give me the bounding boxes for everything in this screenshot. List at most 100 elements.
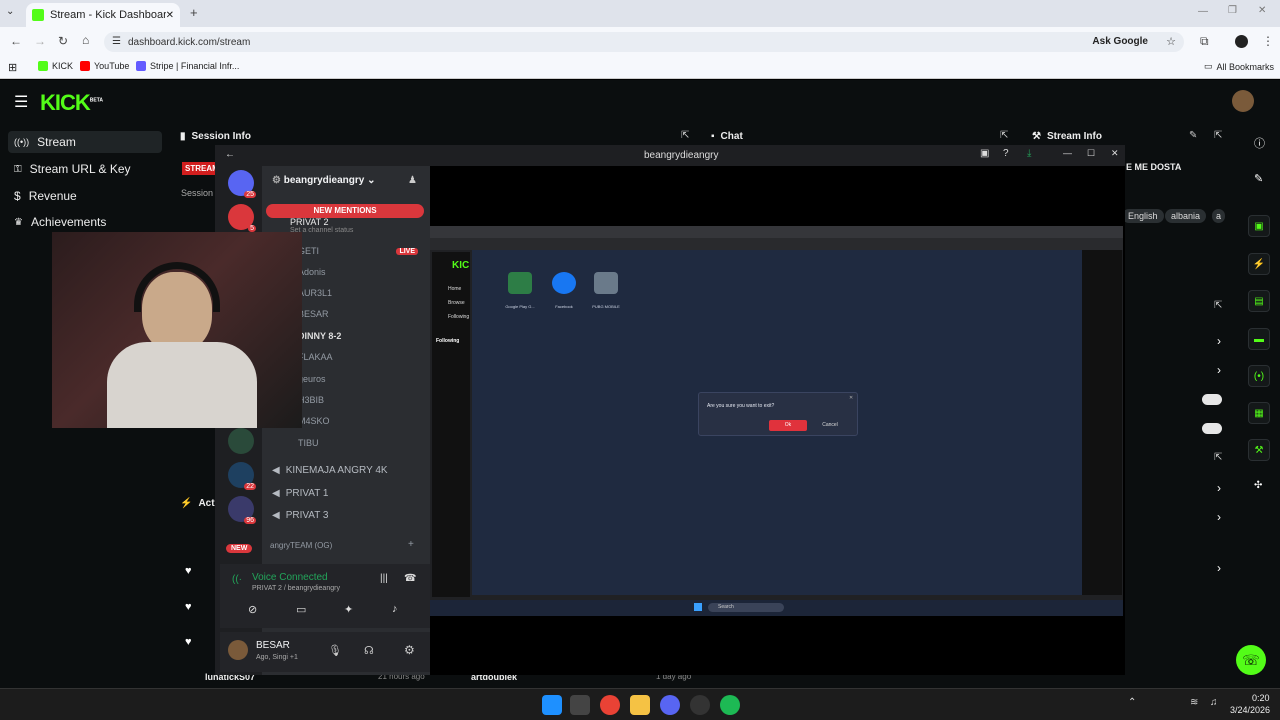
site-info-icon[interactable]: ☰ bbox=[112, 36, 121, 47]
server-name[interactable]: ⚙ beangrydieangry ⌄ bbox=[272, 175, 376, 186]
ask-google-button[interactable]: Ask Google bbox=[1092, 36, 1148, 47]
headset-icon[interactable]: ☊ bbox=[364, 644, 374, 657]
voice-channel[interactable]: ◀ PRIVAT 3 bbox=[262, 506, 430, 524]
tag-english[interactable]: English bbox=[1122, 209, 1164, 223]
server-icon[interactable]: 22 bbox=[228, 462, 256, 490]
screen-share-icon[interactable]: ▭ bbox=[296, 603, 306, 616]
discord-icon[interactable] bbox=[660, 695, 680, 715]
camera-off-icon[interactable]: ⊘ bbox=[248, 603, 257, 616]
all-bookmarks[interactable]: ▭ All Bookmarks bbox=[1204, 61, 1274, 72]
voice-connected-status[interactable]: Voice Connected bbox=[252, 572, 328, 583]
rail-button-2[interactable]: ⚡ bbox=[1248, 253, 1270, 275]
member-tibu[interactable]: TIBU bbox=[262, 434, 430, 452]
tag-albania[interactable]: albania bbox=[1165, 209, 1207, 223]
address-bar[interactable]: ☰ dashboard.kick.com/stream Ask Google ☆ bbox=[104, 32, 1184, 52]
soundboard-icon[interactable]: ♪ bbox=[392, 603, 398, 615]
home-icon[interactable]: ⌂ bbox=[82, 33, 89, 47]
profile-avatar[interactable] bbox=[1235, 35, 1248, 48]
obs-icon[interactable] bbox=[690, 695, 710, 715]
toggle-switch[interactable] bbox=[1202, 394, 1222, 405]
user-name[interactable]: BESAR bbox=[256, 640, 290, 651]
close-tab-icon[interactable]: ✕ bbox=[166, 10, 174, 21]
rail-button-1[interactable]: ▣ bbox=[1248, 215, 1270, 237]
spotify-icon[interactable] bbox=[720, 695, 740, 715]
noise-icon[interactable]: ||| bbox=[380, 573, 388, 584]
server-icon[interactable]: 96 bbox=[228, 496, 256, 524]
server-icon[interactable] bbox=[228, 428, 254, 454]
volume-icon[interactable]: ♫ bbox=[1210, 697, 1218, 708]
chevron-right-icon[interactable]: › bbox=[1217, 334, 1221, 348]
kick-logo[interactable]: KICKBETA bbox=[40, 90, 103, 116]
rail-button-6[interactable]: ▦ bbox=[1248, 402, 1270, 424]
edit-icon[interactable]: ✎ bbox=[1189, 130, 1197, 141]
tab-list-button[interactable]: ⌄ bbox=[6, 6, 14, 17]
bookmark-stripe[interactable]: Stripe | Financial Infr... bbox=[136, 61, 239, 71]
activities-icon[interactable]: ✦ bbox=[344, 603, 353, 616]
chrome-icon[interactable] bbox=[600, 695, 620, 715]
windows-start-icon[interactable] bbox=[542, 695, 562, 715]
back-icon[interactable]: ← bbox=[225, 149, 235, 160]
sidebar-item-revenue[interactable]: $ Revenue bbox=[8, 185, 162, 207]
extensions-icon[interactable]: ⧉ bbox=[1200, 34, 1209, 49]
rail-button-5[interactable]: (•) bbox=[1248, 365, 1270, 387]
popout-icon[interactable]: ⇱ bbox=[1000, 130, 1008, 141]
mic-icon[interactable]: 🎙 bbox=[328, 644, 342, 657]
bookmark-kick[interactable]: KICK bbox=[38, 61, 73, 71]
category-header[interactable]: angryTEAM (OG) bbox=[270, 541, 332, 550]
add-member-icon[interactable]: ♟ bbox=[408, 175, 417, 186]
chevron-right-icon[interactable]: › bbox=[1217, 561, 1221, 575]
voice-channel[interactable]: ◀ PRIVAT 1 bbox=[262, 484, 430, 502]
apps-icon[interactable]: ⊞ bbox=[8, 61, 17, 74]
menu-icon[interactable]: ⋮ bbox=[1262, 34, 1274, 48]
current-channel[interactable]: PRIVAT 2 bbox=[290, 217, 329, 226]
rail-button-3[interactable]: ▤ bbox=[1248, 290, 1270, 312]
voice-channel[interactable]: ◀ KINEMAJA ANGRY 4K bbox=[262, 461, 430, 479]
wifi-icon[interactable]: ≋ bbox=[1190, 697, 1198, 708]
clock-date[interactable]: 3/24/2026 bbox=[1230, 705, 1270, 715]
hamburger-menu-icon[interactable]: ☰ bbox=[14, 92, 28, 112]
reload-icon[interactable]: ↻ bbox=[58, 34, 68, 48]
close-window-button[interactable]: ✕ bbox=[1258, 5, 1266, 16]
help-icon[interactable]: ? bbox=[1003, 148, 1009, 159]
maximize-button[interactable]: ❐ bbox=[1228, 5, 1237, 16]
discord-close-button[interactable]: ✕ bbox=[1111, 148, 1119, 159]
minimize-button[interactable]: — bbox=[1198, 6, 1208, 17]
back-icon[interactable]: ← bbox=[10, 34, 22, 48]
new-mentions-banner[interactable]: NEW MENTIONS bbox=[266, 204, 424, 218]
popout-icon[interactable]: ⇱ bbox=[681, 130, 689, 141]
rail-button-7[interactable]: ⚒ bbox=[1248, 439, 1270, 461]
bookmark-star-icon[interactable]: ☆ bbox=[1166, 35, 1176, 48]
toggle-switch[interactable] bbox=[1202, 423, 1222, 434]
add-channel-icon[interactable]: + bbox=[408, 539, 414, 550]
settings-gear-icon[interactable]: ⚙ bbox=[404, 643, 415, 657]
tag-more[interactable]: a bbox=[1212, 209, 1226, 223]
direct-messages-icon[interactable]: 25 bbox=[228, 170, 256, 198]
tray-chevron-icon[interactable]: ⌃ bbox=[1128, 697, 1136, 708]
disconnect-icon[interactable]: ☎ bbox=[404, 573, 416, 584]
inbox-icon[interactable]: ▣ bbox=[980, 148, 989, 159]
file-explorer-icon[interactable] bbox=[630, 695, 650, 715]
user-avatar[interactable] bbox=[228, 640, 248, 660]
new-tab-button[interactable]: + bbox=[190, 5, 198, 20]
pencil-icon[interactable]: ✎ bbox=[1254, 172, 1263, 185]
popout-icon[interactable]: ⇱ bbox=[1214, 130, 1222, 141]
browser-tab[interactable]: Stream - Kick Dashboard ✕ bbox=[26, 3, 180, 27]
sidebar-item-stream[interactable]: ((•)) Stream bbox=[8, 131, 162, 153]
rail-button-4[interactable]: ▬ bbox=[1248, 328, 1270, 350]
popout-icon[interactable]: ⇱ bbox=[1214, 452, 1222, 463]
discord-minimize-button[interactable]: — bbox=[1063, 148, 1072, 158]
sidebar-item-achievements[interactable]: ♛ Achievements bbox=[8, 211, 162, 233]
chevron-right-icon[interactable]: › bbox=[1217, 510, 1221, 524]
bookmark-youtube[interactable]: YouTube bbox=[80, 61, 129, 71]
clock-time[interactable]: 0:20 bbox=[1252, 693, 1270, 703]
user-avatar[interactable] bbox=[1232, 90, 1254, 112]
task-view-icon[interactable] bbox=[570, 695, 590, 715]
info-icon[interactable]: ⓘ bbox=[1254, 135, 1265, 151]
download-icon[interactable]: ⤓ bbox=[1027, 148, 1031, 159]
server-icon[interactable]: 5 bbox=[228, 204, 256, 232]
chevron-right-icon[interactable]: › bbox=[1217, 481, 1221, 495]
discord-maximize-button[interactable]: ☐ bbox=[1087, 148, 1095, 159]
popout-icon[interactable]: ⇱ bbox=[1214, 300, 1222, 311]
chevron-right-icon[interactable]: › bbox=[1217, 363, 1221, 377]
sidebar-item-stream-url-key[interactable]: ⚿ Stream URL & Key bbox=[8, 158, 162, 180]
